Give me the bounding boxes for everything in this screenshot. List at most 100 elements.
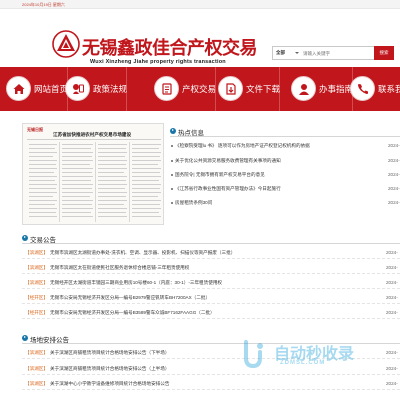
announcement-date: 2024- [386,295,398,300]
site-header: 无锡鑫政佳合产权交易 Wuxi Xinzheng Jiahe property … [0,9,400,67]
newspaper-text-line [132,216,161,217]
hot-news-title: 热点信息 [178,130,204,137]
section-arrow-icon [22,335,28,341]
district-tag: 【经开区】 [25,310,48,315]
newspaper-text-line [29,160,57,161]
news-date: 2024- [388,142,400,148]
nav-item-contact[interactable]: 联系我 [344,67,400,111]
newspaper-text-line [132,188,160,189]
news-title[interactable]: 《检察院受理lu 书》 逐项可以作为房地产证产权登记权机构的依据 [175,143,310,149]
newspaper-text-line [29,192,57,193]
newspaper-text-line [62,192,93,193]
list-item[interactable]: 《江苏省行政事业性国有资产管理办法》今日起施行 2024- [170,183,400,194]
newspaper-text-line [98,168,127,169]
announcement-title[interactable]: 无锡经开区太湖街道丰镜园三期商业用房10号楼60-1（内庭：30-1）-三年租赁… [50,280,222,286]
nav-item-home[interactable]: 网站首页 [0,67,68,111]
announcement-title[interactable]: 无锡市滨湖区太在街道便民社区服务退休综合楼店铺-三年租赁使用权 [50,265,189,271]
list-item[interactable]: 国务院令| 无锡市拥有新产权交易平台的意见 2024- [170,169,400,180]
news-title[interactable]: 国务院令| 无锡市拥有新产权交易平台的意见 [175,172,265,178]
announcement-title[interactable]: 无锡市公安局无锡经济开发区分局—编号B3589警车众诚BF7162FAAGG（二… [50,310,215,316]
list-item[interactable]: 【滨湖区】 无锡市滨湖区太湖街道办事处-洗衣机、空调、显示器、投影机、扫描仪等资… [22,247,400,259]
newspaper-text-line [62,180,91,181]
newspaper-text-line [98,164,126,165]
featured-news-image[interactable]: 无锡日报 江苏省加快推进农村产权交易市场建设 [22,123,164,225]
district-tag: 【滨湖区】 [25,250,48,255]
newspaper-text-line [132,180,159,181]
bullet-icon [171,145,173,147]
main-navigation: 网站首页 政策法规 产权交易 文件下载 办事指南 联系我 [0,67,400,111]
bullet-icon [171,202,173,204]
section-arrow-icon [170,128,176,134]
list-item[interactable]: 【经开区】 无锡市公安局无锡经济开发区分局—编号B2979警应钒转车BH7200… [22,292,400,304]
section-arrow-icon [22,235,28,241]
newspaper-text-line [132,208,161,209]
watermark-logo-icon [244,340,263,369]
announcement-title[interactable]: 关于滨湖区商铺租赁项目统计合格场地安排公告（上半场） [50,366,169,372]
newspaper-text-line [98,204,124,205]
announcement-title[interactable]: 无锡市滨湖区太湖街道办事处-洗衣机、空调、显示器、投影机、扫描仪等资产报废（三批… [50,250,235,256]
announcement-title[interactable]: 关于滨湖区商铺租赁项目统计合格场地安排公告（下半场） [50,350,169,356]
transaction-header: 交易公告 [22,232,400,244]
newspaper-text-line [132,160,161,161]
search-scope-select[interactable]: 全部 [276,50,285,56]
list-item[interactable]: 关于优化公共资源交易服务收费管理有关事项的通知 2024- [170,155,400,166]
news-title[interactable]: 房屋租赁条例30问 [175,200,212,206]
newspaper-column-divider [129,142,130,222]
newspaper-text-line [98,152,127,153]
newspaper-text-line [29,152,57,153]
announcement-date: 2024- [386,280,398,285]
list-item[interactable]: 【滨湖区】 无锡市滨湖区太在街道便民社区服务退休综合楼店铺-三年租赁使用权 20… [22,262,400,274]
watermark: 自动秒收录 ZDMSL.COM [236,335,376,375]
list-item[interactable]: 【滨湖区】 无锡经开区太湖街道丰镜园三期商业用房10号楼60-1（内庭：30-1… [22,277,400,289]
newspaper-text-line [132,200,161,201]
newspaper-text-line [132,164,158,165]
guide-icon [291,76,316,101]
nav-item-policy[interactable]: 政策法规 [59,67,127,111]
news-title[interactable]: 《江苏省行政事业性国有资产管理办法》今日起施行 [175,186,281,192]
newspaper-text-line [29,204,55,205]
newspaper-text-line [29,216,57,217]
list-item[interactable]: 【滨湖区】 关于滨湖中心小学教学设备维修项目统计合格场地安排公告 2024- [22,378,400,390]
news-date: 2024- [388,171,400,177]
search-input[interactable] [303,48,369,59]
district-tag: 【滨湖区】 [25,366,48,371]
list-item[interactable]: 房屋租赁条例30问 2024- [170,197,400,208]
newspaper-text-line [98,172,124,173]
site-logo-text[interactable]: 无锡鑫政佳合产权交易 [82,34,258,60]
newspaper-text-line [29,212,56,213]
newspaper-headline: 江苏省加快推进农村产权交易市场建设 [53,132,132,137]
newspaper-text-line [29,180,55,181]
newspaper-text-line [132,172,160,173]
newspaper-text-line [62,204,92,205]
newspaper-rule [27,139,161,140]
newspaper-text-line [62,160,93,161]
newspaper-text-line [98,176,127,177]
home-icon [6,76,31,101]
venue-title: 场地安排公告 [30,337,69,344]
bullet-icon [171,174,173,176]
newspaper-text-line [132,204,160,205]
newspaper-text-line [98,160,127,161]
announcement-date: 2024- [386,310,398,315]
search-button[interactable]: 搜索 [374,46,394,60]
nav-item-download[interactable]: 文件下载 [212,67,280,111]
newspaper-text-line [132,176,161,177]
newspaper-text-line [29,168,57,169]
chevron-down-icon[interactable] [295,52,299,54]
nav-item-guide[interactable]: 办事指南 [285,67,353,111]
announcement-title[interactable]: 关于滨湖中心小学教学设备维修项目统计合格场地安排公告 [50,381,169,387]
district-tag: 【经开区】 [25,295,48,300]
announcement-title[interactable]: 无锡市公安局无锡经济开发区分局—编号B2979警应钒转车BH7200AX（二批） [50,295,210,301]
announcement-date: 2024- [386,350,398,355]
district-tag: 【滨湖区】 [25,350,48,355]
newspaper-text-line [29,188,56,189]
newspaper-text-line [62,156,92,157]
nav-item-transaction[interactable]: 产权交易 [148,67,216,111]
newspaper-text-line [29,176,57,177]
list-item[interactable]: 《检察院受理lu 书》 逐项可以作为房地产证产权登记权机构的依据 2024- [170,140,400,151]
newspaper-text-line [62,200,93,201]
news-title[interactable]: 关于优化公共资源交易服务收费管理有关事项的通知 [175,158,281,164]
policy-icon [65,76,90,101]
list-item[interactable]: 【经开区】 无锡市公安局无锡经济开发区分局—编号B3589警车众诚BF7162F… [22,307,400,319]
nav-item-label: 政策法规 [93,84,128,94]
